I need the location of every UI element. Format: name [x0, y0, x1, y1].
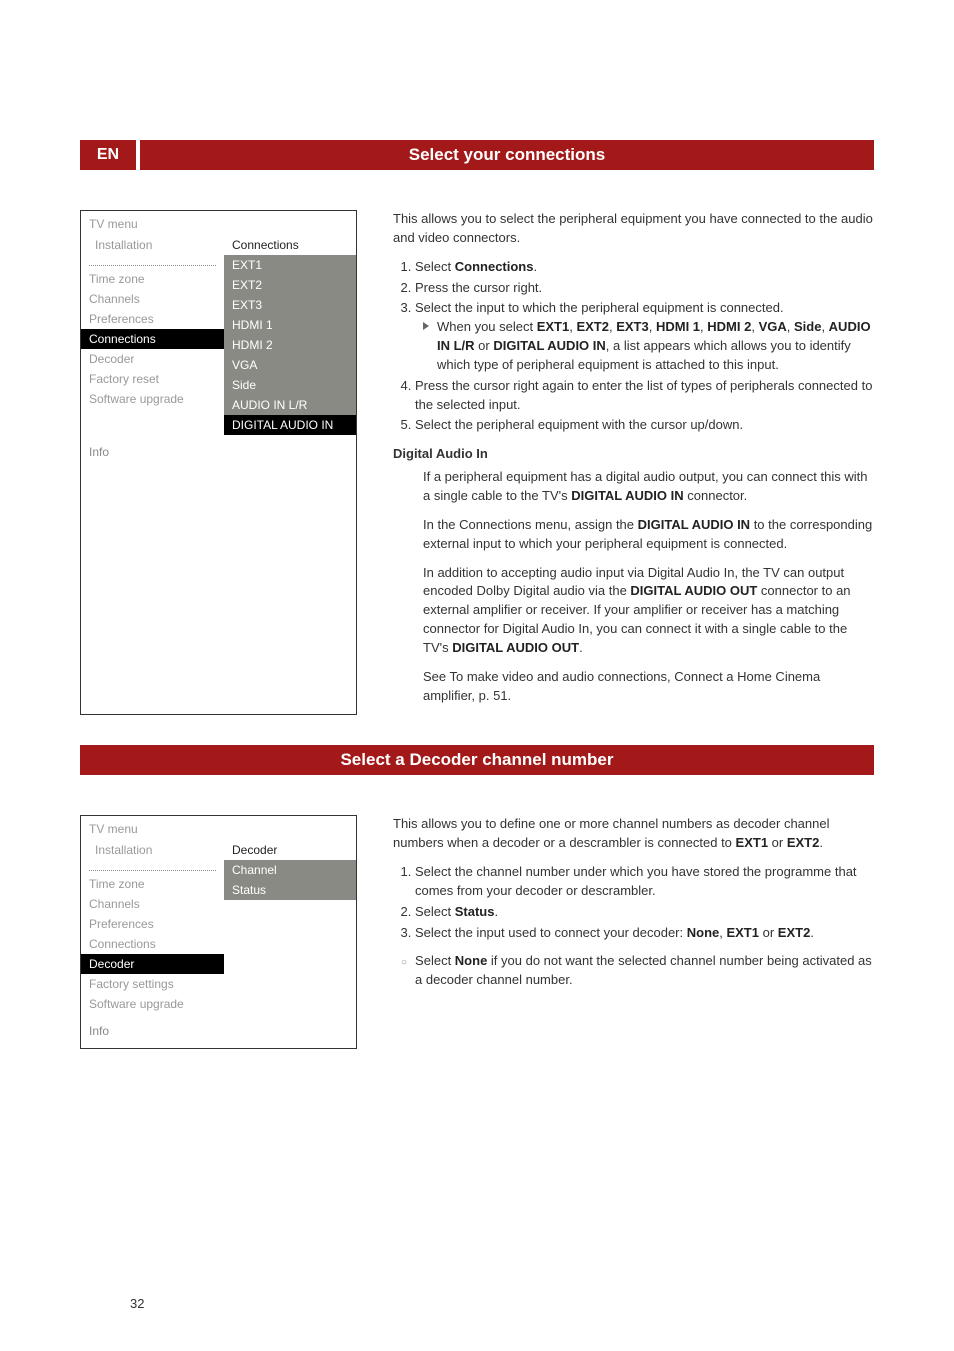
menu-right-item: EXT3: [224, 295, 356, 315]
language-chip: EN: [80, 140, 136, 170]
dig-p3: In addition to accepting audio input via…: [423, 564, 874, 658]
menu-right-item: Channel: [224, 860, 356, 880]
tv-menu-decoder: TV menu Installation Time zoneChannelsPr…: [80, 815, 357, 1049]
menu-right-header: Connections: [224, 235, 356, 255]
step-5: Select the peripheral equipment with the…: [415, 416, 874, 435]
menu-left-item: Factory reset: [81, 369, 224, 389]
menu-right-item: Status: [224, 880, 356, 900]
step-2: Select Status.: [415, 903, 874, 922]
menu-right-item: [224, 900, 356, 918]
intro-text: This allows you to select the peripheral…: [393, 210, 874, 248]
menu-right-item: EXT1: [224, 255, 356, 275]
dig-p1: If a peripheral equipment has a digital …: [423, 468, 874, 506]
menu-title: TV menu: [81, 211, 356, 235]
menu-left-item: Connections: [81, 934, 224, 954]
steps-list: Select the channel number under which yo…: [393, 863, 874, 942]
content-row-decoder: TV menu Installation Time zoneChannelsPr…: [80, 815, 874, 1049]
menu-left-item: Channels: [81, 289, 224, 309]
decoder-text: This allows you to define one or more ch…: [393, 815, 874, 1049]
step-2: Press the cursor right.: [415, 279, 874, 298]
divider: [89, 860, 216, 871]
menu-left-item: Preferences: [81, 914, 224, 934]
dig-p2: In the Connections menu, assign the DIGI…: [423, 516, 874, 554]
intro-text: This allows you to define one or more ch…: [393, 815, 874, 853]
content-row-connections: TV menu Installation Time zoneChannelsPr…: [80, 210, 874, 715]
step-3: Select the input to which the peripheral…: [415, 299, 874, 374]
step-4: Press the cursor right again to enter th…: [415, 377, 874, 415]
menu-left-header: Installation: [81, 840, 224, 860]
menu-right-header: Decoder: [224, 840, 356, 860]
menu-left-item: Decoder: [81, 349, 224, 369]
menu-left-item: Decoder: [81, 954, 224, 974]
dig-p4: See To make video and audio connections,…: [423, 668, 874, 706]
page-number: 32: [130, 1296, 144, 1311]
menu-left-item: Connections: [81, 329, 224, 349]
menu-right-item: HDMI 2: [224, 335, 356, 355]
menu-left-header: Installation: [81, 235, 224, 255]
menu-left-item: Software upgrade: [81, 389, 224, 409]
tv-menu-connections: TV menu Installation Time zoneChannelsPr…: [80, 210, 357, 715]
menu-right-item: VGA: [224, 355, 356, 375]
menu-right-item: [224, 972, 356, 990]
menu-info: Info: [81, 1014, 356, 1048]
digital-audio-title: Digital Audio In: [393, 445, 874, 464]
menu-left-item: Time zone: [81, 269, 224, 289]
step-1: Select the channel number under which yo…: [415, 863, 874, 901]
menu-right-item: EXT2: [224, 275, 356, 295]
section-title-decoder: Select a Decoder channel number: [80, 745, 874, 775]
menu-left-item: Channels: [81, 894, 224, 914]
menu-right-item: [224, 954, 356, 972]
steps-list: Select Connections. Press the cursor rig…: [393, 258, 874, 436]
connections-text: This allows you to select the peripheral…: [393, 210, 874, 715]
menu-right-item: [224, 936, 356, 954]
menu-right-item: AUDIO IN L/R: [224, 395, 356, 415]
divider: [89, 255, 216, 266]
menu-left-item: Factory settings: [81, 974, 224, 994]
step-1: Select Connections.: [415, 258, 874, 277]
menu-title: TV menu: [81, 816, 356, 840]
note: Select None if you do not want the selec…: [393, 952, 874, 990]
menu-left-item: Preferences: [81, 309, 224, 329]
page-title: Select your connections: [140, 140, 874, 170]
menu-right-item: [224, 918, 356, 936]
step-3-sub: When you select EXT1, EXT2, EXT3, HDMI 1…: [415, 318, 874, 375]
menu-left-item: Software upgrade: [81, 994, 224, 1014]
step-3: Select the input used to connect your de…: [415, 924, 874, 943]
menu-right-item: DIGITAL AUDIO IN: [224, 415, 356, 435]
menu-info: Info: [81, 435, 356, 469]
menu-right-item: HDMI 1: [224, 315, 356, 335]
header-bar: EN Select your connections: [80, 140, 874, 170]
menu-right-item: Side: [224, 375, 356, 395]
menu-left-item: Time zone: [81, 874, 224, 894]
